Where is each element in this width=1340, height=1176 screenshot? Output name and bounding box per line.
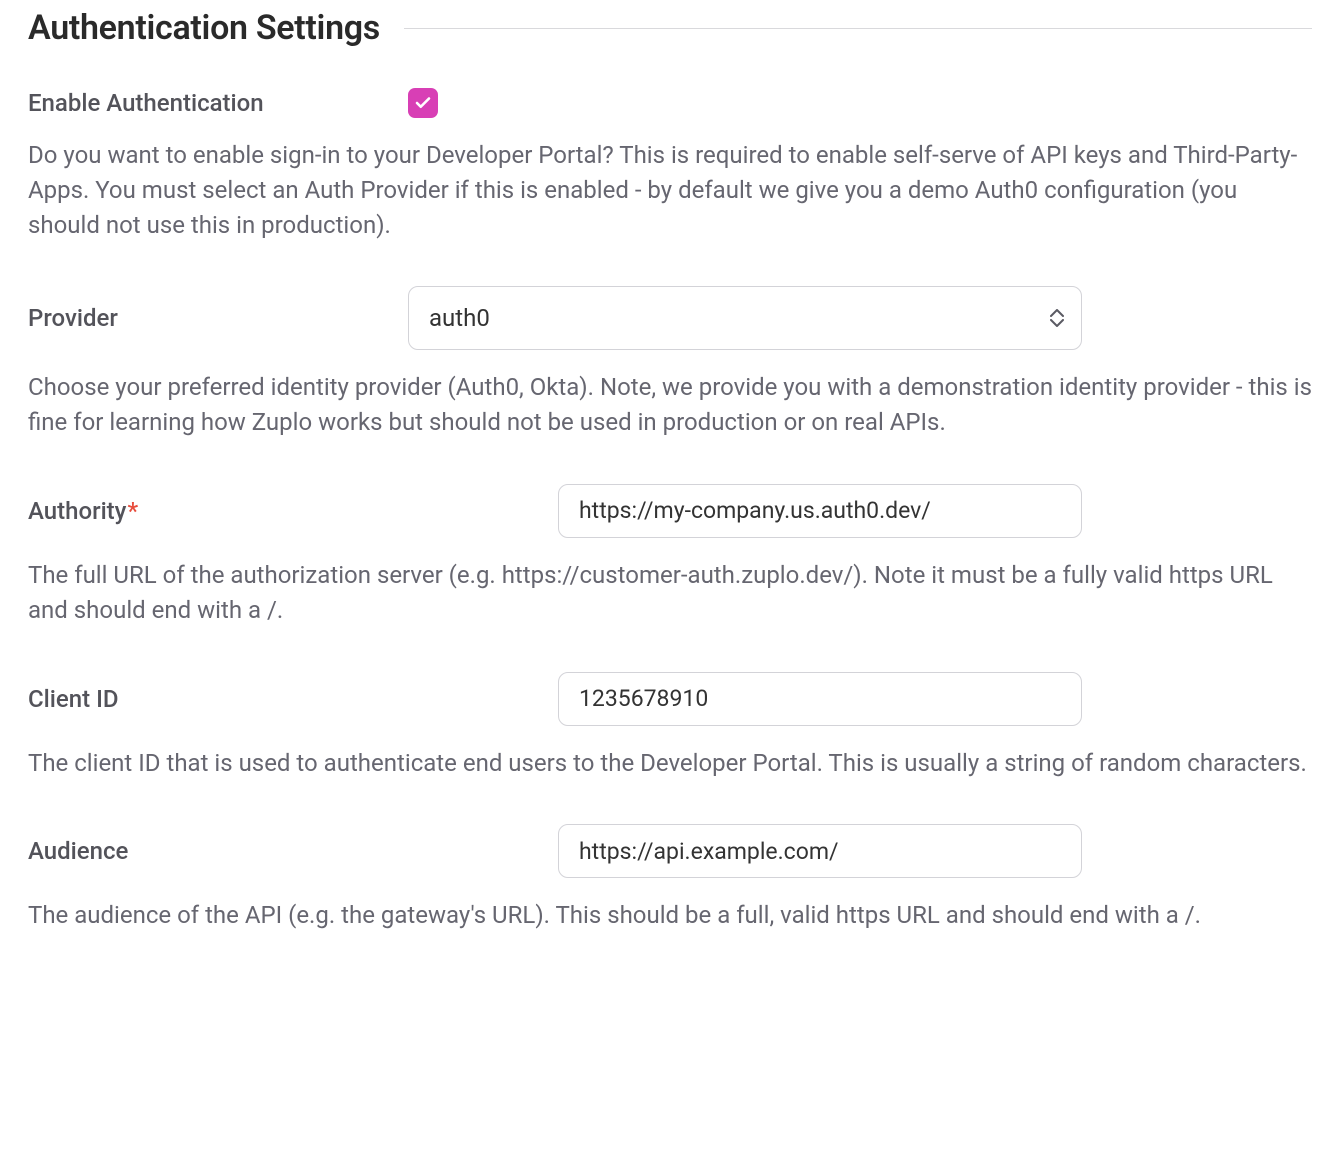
- required-marker: *: [127, 497, 138, 525]
- enable-auth-group: Enable Authentication Do you want to ena…: [28, 88, 1312, 242]
- audience-group: Audience The audience of the API (e.g. t…: [28, 824, 1312, 933]
- authority-label-text: Authority: [28, 497, 126, 525]
- section-header: Authentication Settings: [28, 8, 1312, 48]
- provider-help: Choose your preferred identity provider …: [28, 370, 1312, 440]
- authority-label: Authority*: [28, 497, 558, 525]
- audience-row: Audience: [28, 824, 1312, 878]
- enable-auth-help: Do you want to enable sign-in to your De…: [28, 138, 1312, 242]
- client-id-help: The client ID that is used to authentica…: [28, 746, 1312, 781]
- provider-row: Provider: [28, 286, 1312, 350]
- enable-auth-checkbox[interactable]: [408, 88, 438, 118]
- client-id-input[interactable]: [558, 672, 1082, 726]
- audience-input[interactable]: [558, 824, 1082, 878]
- section-divider: [404, 28, 1312, 29]
- check-icon: [414, 94, 432, 112]
- authority-group: Authority* The full URL of the authoriza…: [28, 484, 1312, 628]
- authority-help: The full URL of the authorization server…: [28, 558, 1312, 628]
- provider-label: Provider: [28, 304, 408, 332]
- audience-help: The audience of the API (e.g. the gatewa…: [28, 898, 1312, 933]
- provider-select[interactable]: [408, 286, 1082, 350]
- enable-auth-label: Enable Authentication: [28, 89, 408, 117]
- client-id-row: Client ID: [28, 672, 1312, 726]
- audience-label: Audience: [28, 837, 558, 865]
- client-id-group: Client ID The client ID that is used to …: [28, 672, 1312, 781]
- provider-group: Provider Choose your preferred identity …: [28, 286, 1312, 440]
- section-title: Authentication Settings: [28, 8, 380, 48]
- client-id-label: Client ID: [28, 685, 558, 713]
- authority-row: Authority*: [28, 484, 1312, 538]
- provider-select-wrapper: [408, 286, 1082, 350]
- authority-input[interactable]: [558, 484, 1082, 538]
- enable-auth-row: Enable Authentication: [28, 88, 1312, 118]
